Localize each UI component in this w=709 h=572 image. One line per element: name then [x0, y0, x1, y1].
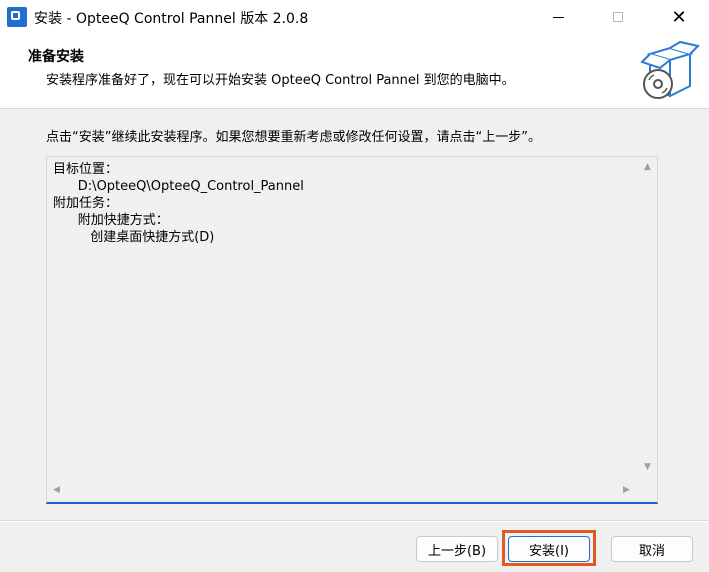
scroll-left-icon[interactable]: ◀: [53, 486, 60, 495]
memo-line: 附加任务：: [53, 196, 119, 211]
minimize-icon: [552, 16, 564, 18]
header-divider: [0, 108, 709, 109]
installer-window: 安装 - OpteeQ Control Pannel 版本 2.0.8 ✕ 准备…: [0, 0, 709, 572]
vertical-scrollbar[interactable]: ▲ ▼: [640, 157, 657, 481]
window-title: 安装 - OpteeQ Control Pannel 版本 2.0.8: [34, 11, 309, 27]
scroll-right-icon[interactable]: ▶: [623, 486, 630, 495]
title-bar[interactable]: 安装 - OpteeQ Control Pannel 版本 2.0.8 ✕: [0, 0, 709, 34]
header-panel: 准备安装 安装程序准备好了，现在可以开始安装 OpteeQ Control Pa…: [0, 34, 709, 108]
cancel-button[interactable]: 取消: [611, 536, 693, 562]
memo-line: 创建桌面快捷方式(D): [53, 230, 215, 245]
close-button[interactable]: ✕: [649, 0, 709, 34]
app-icon: [7, 7, 27, 27]
horizontal-scrollbar[interactable]: ◀ ▶: [47, 481, 640, 501]
back-button[interactable]: 上一步(B): [416, 536, 498, 562]
page-subtitle: 安装程序准备好了，现在可以开始安装 OpteeQ Control Pannel …: [46, 73, 515, 88]
maximize-button[interactable]: [588, 0, 648, 34]
memo-line: 目标位置：: [53, 162, 119, 177]
scroll-up-icon[interactable]: ▲: [644, 163, 651, 172]
scroll-down-icon[interactable]: ▼: [644, 463, 651, 472]
memo-line: D:\OpteeQ\OpteeQ_Control_Pannel: [53, 179, 304, 194]
page-title: 准备安装: [28, 49, 84, 65]
close-icon: ✕: [671, 6, 687, 28]
install-button[interactable]: 安装(I): [508, 536, 590, 562]
memo-content: 目标位置： D:\OpteeQ\OpteeQ_Control_Pannel 附加…: [53, 161, 304, 246]
maximize-icon: [613, 12, 623, 22]
instruction-text: 点击“安装”继续此安装程序。如果您想要重新考虑或修改任何设置，请点击“上一步”。: [46, 130, 541, 145]
install-box-disc-icon: [640, 40, 700, 99]
minimize-button[interactable]: [528, 0, 588, 34]
ready-memo-box[interactable]: 目标位置： D:\OpteeQ\OpteeQ_Control_Pannel 附加…: [46, 156, 658, 504]
footer-divider-highlight: [0, 521, 709, 522]
memo-line: 附加快捷方式：: [53, 213, 169, 228]
